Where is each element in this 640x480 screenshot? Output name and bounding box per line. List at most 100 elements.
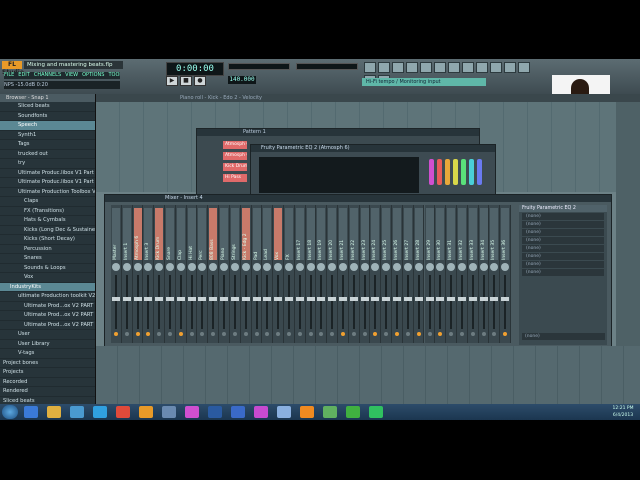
song-position-clock[interactable]: 0:00:00 xyxy=(166,62,224,76)
channel-button[interactable]: Atmosph 6 xyxy=(223,152,247,160)
pan-knob[interactable] xyxy=(252,263,261,271)
mixer-strip[interactable]: Snare xyxy=(165,205,176,343)
browser-item[interactable]: Projects xyxy=(0,368,95,378)
mute-led[interactable] xyxy=(232,332,237,336)
fx-slot[interactable]: (none) xyxy=(522,253,604,260)
mute-led[interactable] xyxy=(438,332,443,336)
mute-led[interactable] xyxy=(384,332,389,336)
volume-fader-track[interactable] xyxy=(179,275,182,329)
browser-item[interactable]: User xyxy=(0,330,95,340)
browser-item[interactable]: Synth1 xyxy=(0,131,95,140)
mute-led[interactable] xyxy=(492,332,497,336)
volume-fader-track[interactable] xyxy=(136,275,139,329)
browser-item[interactable]: Ultimate Produc.libox V1 Part 2 xyxy=(0,178,95,188)
mixer-strip[interactable]: Insert 1 xyxy=(121,205,133,343)
volume-fader-track[interactable] xyxy=(223,275,226,329)
menu-item-file[interactable]: FILE xyxy=(4,72,14,78)
volume-fader-handle[interactable] xyxy=(468,297,477,301)
toolbar-button-icon[interactable] xyxy=(434,62,446,73)
volume-fader-handle[interactable] xyxy=(295,297,304,301)
volume-fader-handle[interactable] xyxy=(274,297,283,301)
pan-knob[interactable] xyxy=(209,263,218,271)
mute-led[interactable] xyxy=(449,332,454,336)
mixer-strip[interactable]: Insert 3 xyxy=(143,205,155,343)
browser-item[interactable]: Soundfonts xyxy=(0,112,95,121)
volume-fader-handle[interactable] xyxy=(317,297,326,301)
mixer-title[interactable]: Mixer - Insert 4 xyxy=(105,195,611,202)
pan-knob[interactable] xyxy=(360,263,369,271)
mixer-strip[interactable]: Insert 26 xyxy=(392,205,403,343)
mute-led[interactable] xyxy=(178,332,183,336)
mute-led[interactable] xyxy=(470,332,475,336)
volume-fader-track[interactable] xyxy=(406,275,409,329)
volume-fader-track[interactable] xyxy=(201,275,204,329)
mute-led[interactable] xyxy=(319,332,324,336)
mixer-strip[interactable]: Insert 18 xyxy=(305,205,317,343)
volume-fader-handle[interactable] xyxy=(457,297,466,301)
mixer-strip[interactable]: Insert 19 xyxy=(316,205,328,343)
mixer-strip[interactable]: Master xyxy=(111,205,122,343)
eq-spectrum-display[interactable] xyxy=(259,157,419,193)
browser-item[interactable]: ultimate Production toolkit V2 xyxy=(0,292,95,302)
mixer-strip[interactable]: Lead xyxy=(262,205,274,343)
volume-fader-track[interactable] xyxy=(233,275,236,329)
fx-slot[interactable]: (none) xyxy=(522,261,604,268)
mixer-output[interactable]: (none) xyxy=(522,333,605,340)
fx-slot[interactable]: (none) xyxy=(522,229,604,236)
mute-led[interactable] xyxy=(481,332,486,336)
browser-item[interactable]: trucked out xyxy=(0,150,95,159)
pan-knob[interactable] xyxy=(241,263,250,271)
word-icon[interactable] xyxy=(231,406,245,418)
mixer-strip[interactable]: 808 Bass xyxy=(208,205,220,343)
mute-led[interactable] xyxy=(351,332,356,336)
app-icon[interactable] xyxy=(162,406,176,418)
eq-band-slider[interactable] xyxy=(469,159,474,185)
mute-led[interactable] xyxy=(200,332,205,336)
pan-knob[interactable] xyxy=(187,263,196,271)
pan-knob[interactable] xyxy=(306,263,315,271)
mute-led[interactable] xyxy=(503,332,508,336)
volume-fader-track[interactable] xyxy=(309,275,312,329)
mute-led[interactable] xyxy=(330,332,335,336)
mixer-strip[interactable]: Kick - Edg 2 xyxy=(240,205,252,343)
media-icon[interactable] xyxy=(70,406,84,418)
pan-knob[interactable] xyxy=(166,263,175,271)
channel-button[interactable]: Hi Pass xyxy=(223,174,247,182)
volume-fader-handle[interactable] xyxy=(209,297,218,301)
volume-fader-handle[interactable] xyxy=(436,297,445,301)
browser-item[interactable]: Rendered xyxy=(0,387,95,397)
pan-knob[interactable] xyxy=(122,263,131,271)
volume-fader-track[interactable] xyxy=(342,275,345,329)
eq-band-slider[interactable] xyxy=(445,159,450,185)
volume-fader-handle[interactable] xyxy=(382,297,391,301)
mute-led[interactable] xyxy=(427,332,432,336)
eq-band-slider[interactable] xyxy=(477,159,482,185)
pan-knob[interactable] xyxy=(468,263,477,271)
mixer-strip[interactable]: Hi Hat xyxy=(186,205,198,343)
volume-fader-handle[interactable] xyxy=(230,297,239,301)
browser-item[interactable]: Sounds & Loops xyxy=(0,264,95,273)
toolbar-button-icon[interactable] xyxy=(420,62,432,73)
pan-knob[interactable] xyxy=(176,263,185,271)
toolbar-button-icon[interactable] xyxy=(406,62,418,73)
volume-fader-handle[interactable] xyxy=(360,297,369,301)
browser-item[interactable]: User Library xyxy=(0,340,95,349)
volume-fader-handle[interactable] xyxy=(133,297,142,301)
eq-band-slider[interactable] xyxy=(429,159,434,185)
mixer-strip[interactable]: Insert 34 xyxy=(478,205,490,343)
pan-knob[interactable] xyxy=(393,263,402,271)
pan-knob[interactable] xyxy=(371,263,380,271)
toolbar-button-icon[interactable] xyxy=(518,62,530,73)
pan-knob[interactable] xyxy=(198,263,207,271)
pan-knob[interactable] xyxy=(230,263,239,271)
master-volume-slider[interactable] xyxy=(228,63,290,70)
volume-fader-track[interactable] xyxy=(450,275,453,329)
pan-knob[interactable] xyxy=(339,263,348,271)
pan-knob[interactable] xyxy=(447,263,456,271)
fx-slot[interactable]: (none) xyxy=(522,269,604,276)
browser-item[interactable]: Recorded xyxy=(0,378,95,387)
fx-slot[interactable]: (none) xyxy=(522,213,604,220)
mute-led[interactable] xyxy=(124,332,129,336)
browser-item[interactable]: IndustryKits xyxy=(0,282,95,292)
mute-led[interactable] xyxy=(373,332,378,336)
